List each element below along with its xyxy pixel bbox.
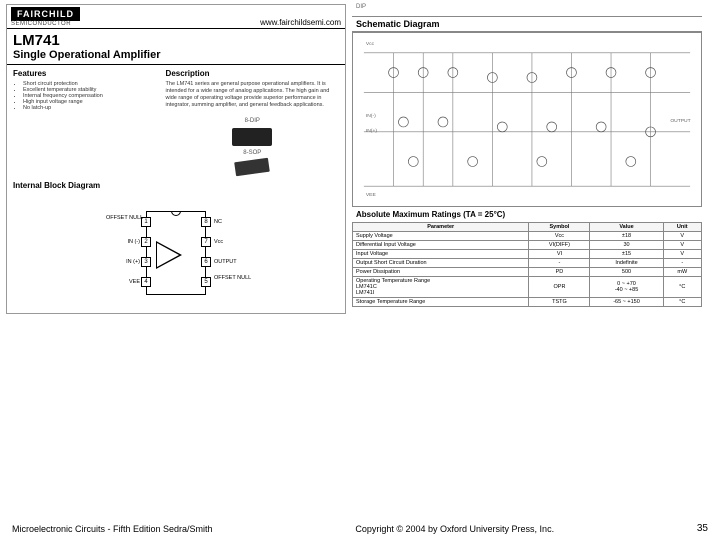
pin-3-label: IN (+) [106, 259, 140, 265]
features-section: Features Short circuit protection Excell… [13, 69, 158, 174]
svg-text:IN(+): IN(+) [366, 128, 377, 134]
ratings-table: Parameter Symbol Value Unit Supply Volta… [352, 222, 702, 307]
features-heading: Features [13, 69, 158, 81]
sop-label: 8-SOP [243, 150, 261, 156]
svg-text:OUTPUT: OUTPUT [670, 118, 690, 124]
table-row: Power DissipationPD500mW [353, 268, 702, 277]
pin-1-label: OFFSET NULL [106, 215, 140, 221]
pin-8-label: NC [214, 219, 222, 225]
schematic-heading: Schematic Diagram [352, 16, 702, 32]
svg-text:IN(-): IN(-) [366, 113, 376, 119]
pin-2: 2 [141, 237, 151, 247]
table-row: Storage Temperature RangeTSTG-65 ~ +150°… [353, 298, 702, 307]
pin-2-label: IN (-) [106, 239, 140, 245]
ratings-body: Supply VoltageVcc±18V Differential Input… [353, 232, 702, 307]
pin-6-label: OUTPUT [214, 259, 237, 265]
logo: FAIRCHILD [11, 7, 80, 21]
dip8-pinout: 1 OFFSET NULL 2 IN (-) 3 IN (+) 4 VEE 8 … [106, 203, 246, 303]
pin-3: 3 [141, 257, 151, 267]
pin-5-label: OFFSET NULL [214, 275, 251, 281]
page-number: 35 [697, 523, 708, 534]
svg-text:Vcc: Vcc [366, 41, 375, 47]
col-unit: Unit [663, 223, 701, 232]
pin-7-label: Vcc [214, 239, 223, 245]
footer-center: Copyright © 2004 by Oxford University Pr… [355, 524, 554, 534]
part-subtitle: Single Operational Amplifier [7, 49, 345, 65]
datasheet-spread: FAIRCHILD SEMICONDUCTOR www.fairchildsem… [0, 0, 720, 314]
package-type: DIP [352, 4, 702, 16]
description-text: The LM741 series are general purpose ope… [166, 81, 339, 110]
opamp-triangle-icon [156, 241, 182, 269]
pin-5: 5 [201, 277, 211, 287]
pin-4: 4 [141, 277, 151, 287]
slide-footer: Microelectronic Circuits - Fifth Edition… [0, 523, 720, 534]
sop-icon [234, 157, 270, 176]
table-row: Differential Input VoltageVI(DIFF)30V [353, 241, 702, 250]
schematic-diagram: Vcc VEE OUTPUT IN(-) IN(+) [352, 32, 702, 207]
right-page: DIP Schematic Diagram [352, 4, 702, 314]
table-row: Operating Temperature Range LM741C LM741… [353, 277, 702, 298]
description-heading: Description [166, 69, 339, 81]
footer-left: Microelectronic Circuits - Fifth Edition… [12, 524, 213, 534]
dip-icon [232, 128, 272, 146]
dip-label: 8-DIP [245, 118, 260, 124]
col-symbol: Symbol [529, 223, 590, 232]
feature-item: No latch-up [23, 105, 158, 111]
table-row: Supply VoltageVcc±18V [353, 232, 702, 241]
features-list: Short circuit protection Excellent tempe… [13, 81, 158, 111]
vendor-url: www.fairchildsemi.com [260, 18, 341, 27]
col-param: Parameter [353, 223, 529, 232]
block-diagram-heading: Internal Block Diagram [7, 178, 345, 193]
col-value: Value [590, 223, 663, 232]
pin-4-label: VEE [106, 279, 140, 285]
header-bar: FAIRCHILD SEMICONDUCTOR www.fairchildsem… [7, 5, 345, 29]
svg-text:VEE: VEE [366, 192, 377, 198]
logo-sub: SEMICONDUCTOR [11, 21, 80, 27]
pin-7: 7 [201, 237, 211, 247]
ratings-heading: Absolute Maximum Ratings (TA = 25°C) [352, 207, 702, 222]
block-diagram: 1 OFFSET NULL 2 IN (-) 3 IN (+) 4 VEE 8 … [7, 193, 345, 313]
pin-6: 6 [201, 257, 211, 267]
table-row: Output Short Circuit Duration-Indefinite… [353, 259, 702, 268]
package-images: 8-DIP 8-SOP [166, 118, 339, 174]
table-row: Input VoltageVI±15V [353, 250, 702, 259]
pin-8: 8 [201, 217, 211, 227]
logo-block: FAIRCHILD SEMICONDUCTOR [11, 7, 80, 27]
left-page: FAIRCHILD SEMICONDUCTOR www.fairchildsem… [6, 4, 346, 314]
part-number: LM741 [7, 29, 345, 49]
description-section: Description The LM741 series are general… [166, 69, 339, 174]
